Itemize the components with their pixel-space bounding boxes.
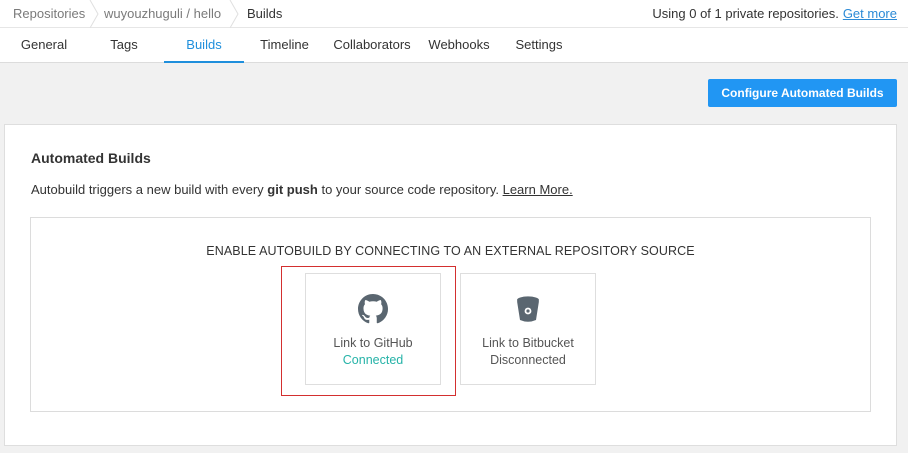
learn-more-link[interactable]: Learn More. (503, 182, 573, 197)
panel-description: Autobuild triggers a new build with ever… (31, 182, 573, 197)
desc-text-post: to your source code repository. (317, 182, 503, 197)
configure-automated-builds-button[interactable]: Configure Automated Builds (708, 79, 897, 107)
tab-general[interactable]: General (10, 28, 78, 63)
repo-tabs: General Tags Builds Timeline Collaborato… (0, 28, 908, 63)
tab-timeline[interactable]: Timeline (253, 28, 316, 63)
repository-source-box: ENABLE AUTOBUILD BY CONNECTING TO AN EXT… (30, 217, 871, 412)
breadcrumb-repositories[interactable]: Repositories (13, 6, 85, 21)
breadcrumb-repo-name[interactable]: wuyouzhuguli / hello (104, 6, 221, 21)
tab-builds[interactable]: Builds (164, 28, 244, 63)
tab-tags[interactable]: Tags (95, 28, 153, 63)
bitbucket-status: Disconnected (490, 353, 566, 367)
link-bitbucket-card[interactable]: Link to Bitbucket Disconnected (460, 273, 596, 385)
panel-title: Automated Builds (31, 150, 151, 166)
desc-text-pre: Autobuild triggers a new build with ever… (31, 182, 268, 197)
private-repo-usage: Using 0 of 1 private repositories. Get mo… (652, 6, 897, 21)
breadcrumb-separator-icon (89, 0, 99, 28)
tab-webhooks[interactable]: Webhooks (425, 28, 493, 63)
link-github-card[interactable]: Link to GitHub Connected (305, 273, 441, 385)
usage-text: Using 0 of 1 private repositories. (652, 6, 839, 21)
breadcrumb-separator-icon (229, 0, 239, 28)
github-status: Connected (342, 353, 404, 367)
bitbucket-icon (517, 296, 539, 322)
enable-autobuild-heading: ENABLE AUTOBUILD BY CONNECTING TO AN EXT… (206, 244, 695, 258)
get-more-link[interactable]: Get more (843, 6, 897, 21)
desc-git-push: git push (267, 182, 318, 197)
breadcrumb-current: Builds (247, 6, 283, 21)
top-bar: Repositories wuyouzhuguli / hello Builds… (0, 0, 908, 28)
github-card-label: Link to GitHub (333, 336, 413, 350)
tab-settings[interactable]: Settings (510, 28, 568, 63)
tab-collaborators[interactable]: Collaborators (330, 28, 414, 63)
bitbucket-card-label: Link to Bitbucket (482, 336, 574, 350)
github-icon (358, 294, 388, 324)
automated-builds-panel: Automated Builds Autobuild triggers a ne… (4, 124, 897, 446)
